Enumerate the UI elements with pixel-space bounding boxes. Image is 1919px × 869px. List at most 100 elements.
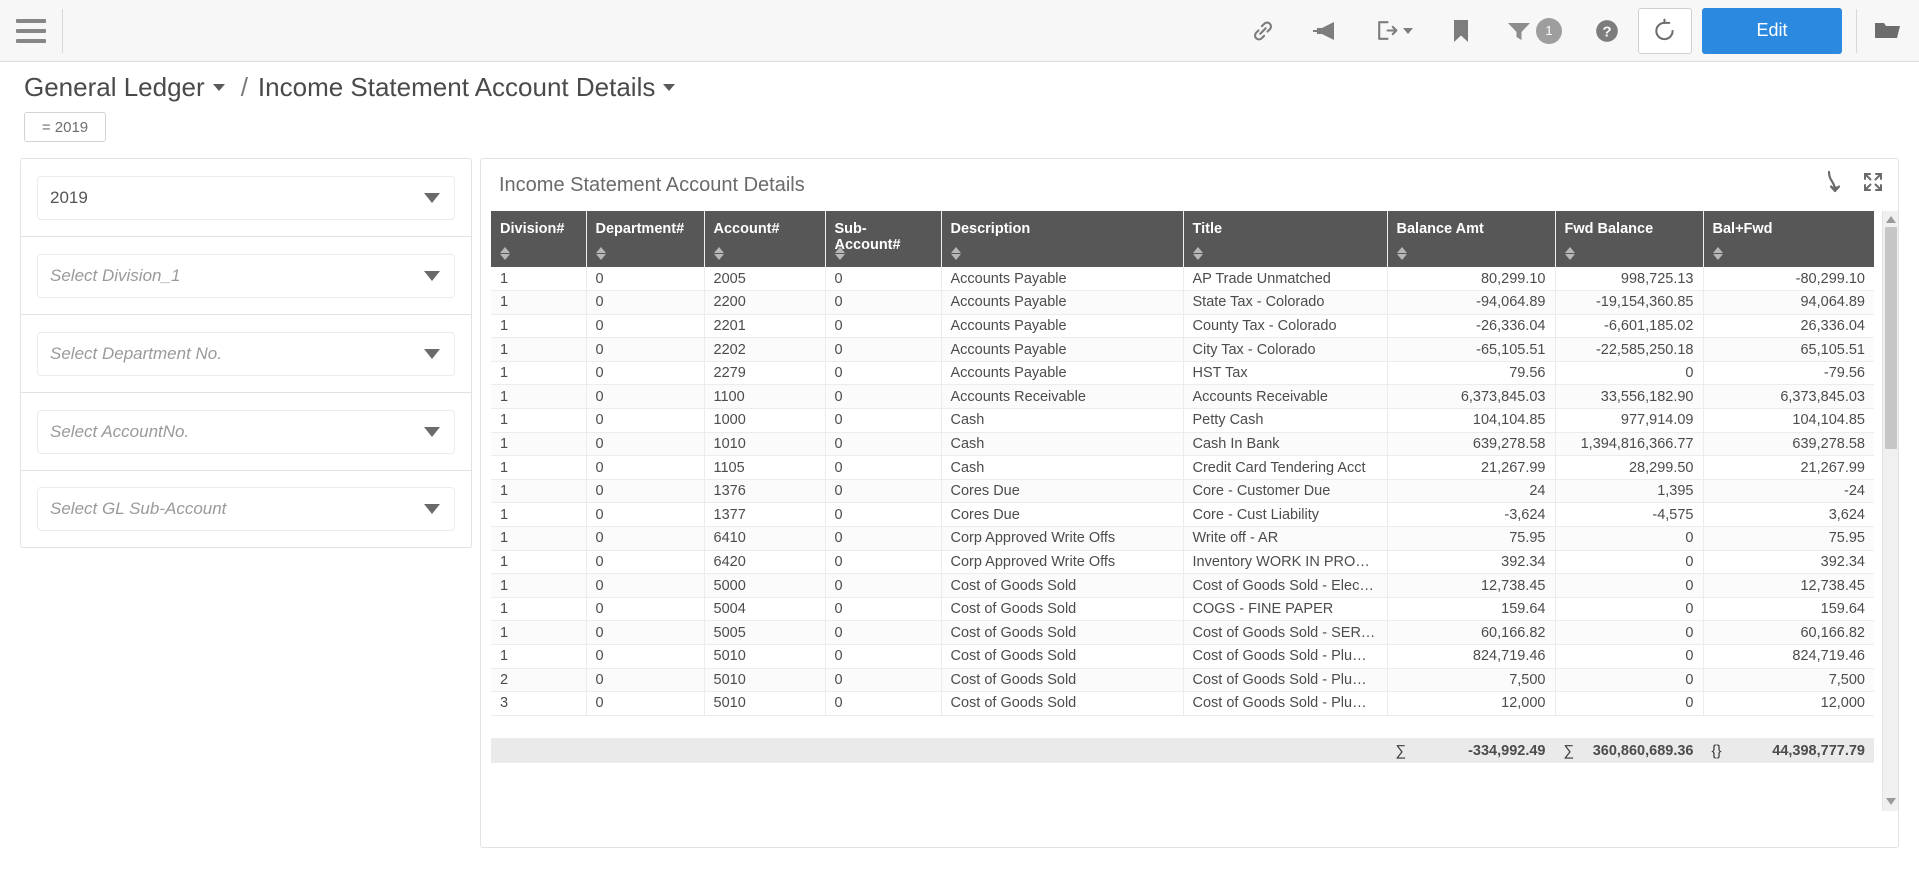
- folder-icon[interactable]: [1857, 0, 1919, 61]
- table-row[interactable]: 1 0 2005 0 Accounts Payable AP Trade Unmatche…: [491, 267, 1874, 292]
- chevron-down-icon[interactable]: [424, 426, 440, 437]
- breadcrumb-root[interactable]: General Ledger: [24, 72, 205, 103]
- sort-toggle-icon[interactable]: [834, 247, 845, 260]
- cell-bal_fwd: 60,166.82: [1703, 620, 1874, 645]
- table-row[interactable]: 1 0 1105 0 Cash Credit Card Tendering Acct 21,…: [491, 455, 1874, 480]
- sigma-icon: ∑: [1563, 742, 1575, 760]
- cell-balance_amt: 12,738.45: [1387, 573, 1556, 598]
- cell-title: Accounts Receivable: [1183, 384, 1388, 410]
- column-header-department[interactable]: Department#: [586, 211, 705, 267]
- scroll-down-icon[interactable]: [1885, 798, 1896, 805]
- column-header-balance_amt[interactable]: Balance Amt: [1387, 211, 1556, 267]
- sort-toggle-icon[interactable]: [595, 247, 606, 260]
- sort-toggle-icon[interactable]: [1396, 247, 1407, 260]
- table-row[interactable]: 1 0 1100 0 Accounts Receivable Accounts Recei…: [491, 384, 1874, 410]
- drill-down-icon[interactable]: [1824, 169, 1844, 195]
- breadcrumb-current[interactable]: Income Statement Account Details: [258, 72, 655, 103]
- cell-fwd_balance: -4,575: [1555, 502, 1704, 528]
- breadcrumb-root-chevron-down-icon[interactable]: [212, 83, 225, 91]
- chevron-down-icon[interactable]: [424, 270, 440, 281]
- cell-department: 0: [586, 455, 705, 480]
- summary-blank: [491, 738, 587, 763]
- table-row[interactable]: 1 0 5010 0 Cost of Goods Sold Cost of Goods S…: [491, 644, 1874, 669]
- column-header-description[interactable]: Description: [941, 211, 1184, 267]
- cell-bal_fwd: 639,278.58: [1703, 432, 1874, 457]
- scrollbar-thumb[interactable]: [1885, 227, 1897, 449]
- table-row[interactable]: 3 0 5010 0 Cost of Goods Sold Cost of Goods S…: [491, 691, 1874, 716]
- gl-sub-account-select[interactable]: Select GL Sub-Account: [37, 487, 455, 531]
- cell-bal_fwd: 12,000: [1703, 691, 1874, 716]
- table-row[interactable]: 1 0 1377 0 Cores Due Core - Cust Liability -3,…: [491, 502, 1874, 528]
- edit-button[interactable]: Edit: [1702, 7, 1842, 54]
- cell-department: 0: [586, 573, 705, 598]
- division-select-value: Select Division_1: [50, 265, 181, 285]
- department-select[interactable]: Select Department No.: [37, 331, 455, 376]
- filter-icon[interactable]: 1: [1492, 0, 1576, 61]
- table-row[interactable]: 1 0 5005 0 Cost of Goods Sold Cost of Goods S…: [491, 620, 1874, 645]
- chevron-down-icon[interactable]: [424, 192, 440, 203]
- column-header-sub_account[interactable]: Sub-Account#: [825, 211, 942, 267]
- table-row[interactable]: 1 0 2200 0 Accounts Payable State Tax - Color…: [491, 290, 1874, 315]
- column-header-bal_fwd[interactable]: Bal+Fwd: [1703, 211, 1874, 267]
- column-header-division[interactable]: Division#: [491, 211, 587, 267]
- column-header-title[interactable]: Title: [1183, 211, 1388, 267]
- scroll-up-icon[interactable]: [1885, 216, 1896, 223]
- cell-fwd_balance: 977,914.09: [1555, 408, 1704, 433]
- chevron-down-icon[interactable]: [1402, 27, 1413, 34]
- cell-division: 1: [491, 550, 587, 575]
- cell-description: Cost of Goods Sold: [941, 573, 1184, 598]
- cell-title: Petty Cash: [1183, 408, 1388, 433]
- reset-icon[interactable]: [1638, 7, 1692, 54]
- cell-department: 0: [586, 644, 705, 669]
- year-select[interactable]: 2019: [37, 175, 455, 220]
- table-vertical-scrollbar[interactable]: [1882, 211, 1898, 811]
- sort-toggle-icon[interactable]: [1712, 247, 1723, 260]
- cell-title: Cost of Goods Sold - Plumbin...: [1183, 691, 1388, 716]
- sort-toggle-icon[interactable]: [950, 247, 961, 260]
- cell-title: Cash In Bank: [1183, 432, 1388, 457]
- summary-balance-amt-value: -334,992.49: [1468, 742, 1546, 759]
- cell-bal_fwd: 94,064.89: [1703, 290, 1874, 315]
- cell-division: 1: [491, 573, 587, 598]
- table-row[interactable]: 1 0 5004 0 Cost of Goods Sold COGS - FINE PAP…: [491, 597, 1874, 622]
- hamburger-bar: [16, 18, 46, 23]
- table-row[interactable]: 1 0 2279 0 Accounts Payable HST Tax 79.56 0 -79.…: [491, 361, 1874, 386]
- expand-icon[interactable]: [1862, 171, 1884, 193]
- cell-bal_fwd: 75.95: [1703, 526, 1874, 551]
- table-row[interactable]: 1 0 2201 0 Accounts Payable County Tax - Colo…: [491, 314, 1874, 339]
- cell-bal_fwd: 6,373,845.03: [1703, 384, 1874, 410]
- hamburger-menu-icon[interactable]: [0, 0, 62, 61]
- column-header-fwd_balance[interactable]: Fwd Balance: [1555, 211, 1704, 267]
- svg-text:?: ?: [1602, 23, 1611, 40]
- sort-toggle-icon[interactable]: [1564, 247, 1575, 260]
- bookmark-icon[interactable]: [1430, 0, 1492, 61]
- column-header-account[interactable]: Account#: [704, 211, 826, 267]
- cell-division: 1: [491, 597, 587, 622]
- link-icon[interactable]: [1232, 0, 1294, 61]
- table-row[interactable]: 1 0 1000 0 Cash Petty Cash 104,104.85 977,914.0…: [491, 408, 1874, 433]
- table-row[interactable]: 1 0 6410 0 Corp Approved Write Offs Write off…: [491, 526, 1874, 551]
- sort-toggle-icon[interactable]: [713, 247, 724, 260]
- cell-title: Cost of Goods Sold - Electrical: [1183, 573, 1388, 598]
- sort-toggle-icon[interactable]: [500, 247, 510, 260]
- account-select[interactable]: Select AccountNo.: [37, 409, 455, 454]
- table-row[interactable]: 2 0 5010 0 Cost of Goods Sold Cost of Goods S…: [491, 668, 1874, 693]
- megaphone-icon[interactable]: [1294, 0, 1356, 61]
- breadcrumb-current-chevron-down-icon[interactable]: [663, 83, 676, 91]
- table-row[interactable]: 1 0 2202 0 Accounts Payable City Tax - Colora…: [491, 337, 1874, 362]
- table-row[interactable]: 1 0 1376 0 Cores Due Core - Customer Due 24 1,3…: [491, 479, 1874, 504]
- cell-account: 1010: [704, 432, 826, 457]
- filter-card-department: Select Department No.: [20, 314, 472, 392]
- export-icon[interactable]: [1356, 0, 1430, 61]
- department-select-value: Select Department No.: [50, 343, 222, 363]
- help-icon[interactable]: ?: [1576, 0, 1638, 61]
- table-row[interactable]: 1 0 1010 0 Cash Cash In Bank 639,278.58 1,394,8…: [491, 432, 1874, 457]
- chevron-down-icon[interactable]: [424, 348, 440, 359]
- division-select[interactable]: Select Division_1: [37, 253, 455, 298]
- table-row[interactable]: 1 0 6420 0 Corp Approved Write Offs Inventory…: [491, 550, 1874, 575]
- cell-balance_amt: 104,104.85: [1387, 408, 1556, 433]
- chevron-down-icon[interactable]: [424, 504, 440, 514]
- sort-toggle-icon[interactable]: [1192, 247, 1203, 260]
- table-row[interactable]: 1 0 5000 0 Cost of Goods Sold Cost of Goods S…: [491, 573, 1874, 598]
- filter-chip-year[interactable]: = 2019: [24, 112, 106, 142]
